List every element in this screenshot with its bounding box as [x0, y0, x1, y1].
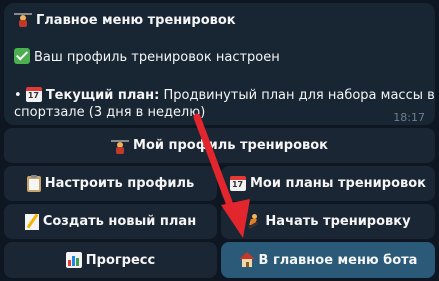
message-title-text: Главное меню тренировок [36, 13, 236, 28]
house-icon [238, 252, 255, 268]
message-title: Главное меню тренировок [14, 11, 236, 30]
status-text: Ваш профиль тренировок настроен [34, 50, 280, 65]
setup-profile-label: Настроить профиль [44, 176, 195, 191]
runner-icon [245, 213, 261, 230]
calendar-icon [25, 87, 42, 102]
my-profile-button[interactable]: Мой профиль тренировок [4, 128, 435, 163]
check-mark-icon [14, 48, 30, 64]
create-plan-button[interactable]: Создать новый план [4, 204, 217, 239]
message-time: 18:17 [393, 111, 425, 124]
bar-chart-icon [65, 252, 82, 268]
bullet: • [14, 88, 22, 103]
calendar-icon [229, 176, 246, 191]
status-line: Ваш профиль тренировок настроен [14, 48, 280, 67]
weightlifter-icon [111, 138, 130, 154]
memo-icon [24, 213, 39, 230]
plan-line-2: спортзале (3 дня в неделю) [14, 103, 205, 122]
bot-message: Главное меню тренировок Ваш профиль трен… [4, 3, 435, 125]
plan-label: Текущий план: [45, 88, 160, 103]
start-workout-label: Начать тренировку [265, 214, 411, 229]
my-plans-button[interactable]: Мои планы тренировок [221, 166, 435, 201]
my-profile-label: Мой профиль тренировок [133, 138, 328, 153]
main-menu-button[interactable]: В главное меню бота [221, 242, 435, 278]
my-plans-label: Мои планы тренировок [249, 176, 426, 191]
plan-text-line1: Продвинутый план для набора массы в [163, 88, 435, 103]
setup-profile-button[interactable]: Настроить профиль [4, 166, 217, 201]
plan-text-line2: спортзале (3 дня в неделю) [14, 105, 206, 120]
start-workout-button[interactable]: Начать тренировку [221, 204, 435, 239]
create-plan-label: Создать новый план [42, 214, 197, 229]
progress-label: Прогресс [85, 252, 156, 268]
clipboard-icon [26, 174, 41, 192]
main-menu-label: В главное меню бота [258, 252, 418, 268]
progress-button[interactable]: Прогресс [4, 242, 217, 278]
weightlifter-icon [14, 11, 32, 27]
chat-view: Главное меню тренировок Ваш профиль трен… [0, 0, 439, 281]
